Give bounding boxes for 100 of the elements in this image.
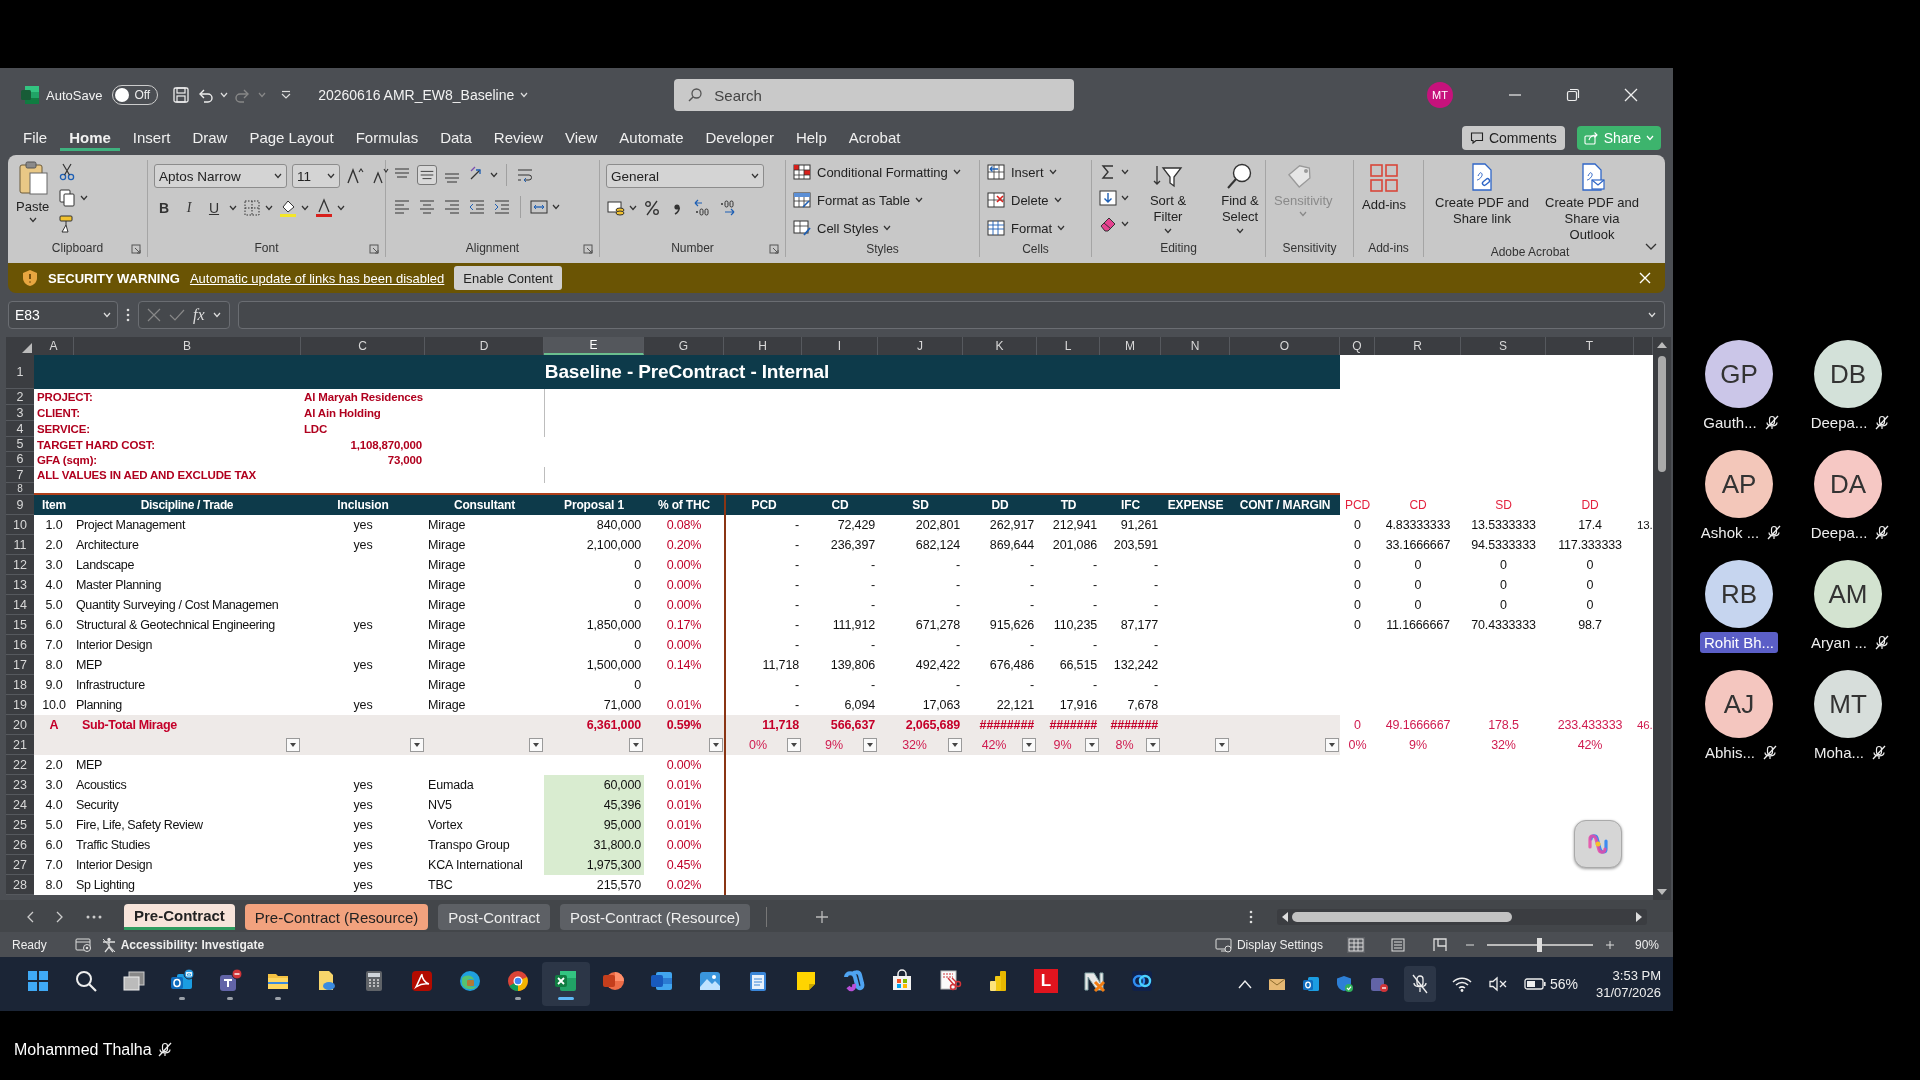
filter-button[interactable] bbox=[529, 738, 543, 752]
caret-icon[interactable] bbox=[952, 169, 961, 175]
row-header[interactable]: 24 bbox=[6, 795, 34, 815]
collapse-ribbon-icon[interactable] bbox=[1645, 243, 1657, 251]
menu-tab[interactable]: Formulas bbox=[346, 124, 428, 151]
normal-view-icon[interactable] bbox=[1346, 936, 1365, 953]
caret-icon[interactable] bbox=[914, 197, 923, 203]
number-format-field[interactable]: General bbox=[606, 164, 764, 188]
file-name[interactable]: 20260616 AMR_EW8_Baseline bbox=[318, 87, 515, 103]
row-header[interactable]: 20 bbox=[6, 715, 34, 735]
wifi-icon[interactable] bbox=[1451, 976, 1472, 992]
menu-tab[interactable]: Insert bbox=[123, 124, 180, 151]
horizontal-scrollbar[interactable] bbox=[1277, 909, 1647, 925]
user-avatar[interactable]: MT bbox=[1427, 82, 1453, 108]
sheet-tab[interactable]: Post-Contract (Resource) bbox=[559, 904, 750, 930]
caret-icon[interactable] bbox=[751, 173, 759, 179]
bold-button[interactable]: B bbox=[154, 198, 174, 218]
row-header[interactable]: 22 bbox=[6, 755, 34, 775]
increase-font-size-icon[interactable] bbox=[345, 166, 365, 186]
italic-button[interactable]: I bbox=[179, 198, 199, 218]
caret-icon[interactable] bbox=[274, 173, 282, 179]
caret-icon[interactable] bbox=[1164, 228, 1172, 234]
underline-button[interactable]: U bbox=[204, 198, 224, 218]
previous-sheet-icon[interactable] bbox=[26, 911, 34, 923]
row-header[interactable]: 12 bbox=[6, 555, 34, 575]
more-options-icon[interactable] bbox=[1249, 910, 1253, 924]
caret-icon[interactable] bbox=[1048, 169, 1057, 175]
menu-tab[interactable]: Developer bbox=[696, 124, 783, 151]
filter-button[interactable] bbox=[629, 738, 643, 752]
search-field[interactable]: Search bbox=[674, 79, 1075, 111]
filter-button[interactable] bbox=[286, 738, 300, 752]
row-header[interactable]: 8 bbox=[6, 483, 34, 495]
row-header[interactable]: 21 bbox=[6, 735, 34, 755]
row-header[interactable]: 3 bbox=[6, 405, 34, 421]
menu-tab[interactable]: Acrobat bbox=[839, 124, 910, 151]
font-size-field[interactable]: 11 bbox=[292, 164, 340, 188]
filter-button[interactable] bbox=[1085, 738, 1099, 752]
row-header[interactable]: 27 bbox=[6, 855, 34, 875]
clock-date[interactable]: 31/07/2026 bbox=[1595, 985, 1661, 1000]
percent-icon[interactable] bbox=[642, 198, 662, 218]
enable-content-button[interactable]: Enable Content bbox=[454, 266, 562, 290]
ribbon-button[interactable]: Format as Table bbox=[792, 188, 961, 212]
caret-icon[interactable] bbox=[1121, 221, 1129, 227]
taskbar-button[interactable]: L bbox=[1022, 962, 1070, 1006]
row-header[interactable]: 23 bbox=[6, 775, 34, 795]
menu-tab[interactable]: Data bbox=[431, 124, 481, 151]
row-header[interactable]: 13 bbox=[6, 575, 34, 595]
merge-icon[interactable] bbox=[529, 197, 549, 217]
caret-icon[interactable] bbox=[1057, 225, 1066, 231]
create-pdf-button[interactable]: Create PDF and Share link bbox=[1430, 160, 1534, 229]
row-header[interactable]: 9 bbox=[6, 495, 34, 515]
caret-icon[interactable] bbox=[1121, 195, 1129, 201]
accounting-format-icon[interactable] bbox=[606, 198, 626, 218]
caret-icon[interactable] bbox=[1236, 228, 1244, 234]
scrollbar-thumb[interactable] bbox=[1658, 356, 1666, 472]
menu-tab[interactable]: Help bbox=[786, 124, 836, 151]
copy-icon[interactable] bbox=[57, 188, 78, 208]
font-color-icon[interactable] bbox=[314, 198, 334, 218]
save-icon[interactable] bbox=[172, 86, 191, 104]
filter-button[interactable] bbox=[709, 738, 723, 752]
zoom-in-icon[interactable] bbox=[1604, 939, 1615, 950]
sheet-tab[interactable]: Pre-Contract bbox=[124, 904, 235, 930]
assistant-button[interactable] bbox=[1574, 820, 1622, 868]
filter-button[interactable] bbox=[1146, 738, 1160, 752]
fill-color-icon[interactable] bbox=[278, 198, 298, 218]
find-select-button[interactable]: Find & Select bbox=[1207, 160, 1273, 236]
zoom-level[interactable]: 90% bbox=[1634, 937, 1659, 952]
dialog-launcher-icon[interactable] bbox=[369, 244, 379, 254]
fill-down-icon[interactable] bbox=[1098, 188, 1118, 208]
caret-icon[interactable] bbox=[552, 204, 560, 210]
row-header[interactable]: 4 bbox=[6, 421, 34, 437]
filter-button[interactable] bbox=[1325, 738, 1339, 752]
chat-app-icon[interactable] bbox=[1369, 975, 1388, 993]
scroll-up-icon[interactable] bbox=[1657, 341, 1667, 348]
filter-button[interactable] bbox=[948, 738, 962, 752]
create-pdf-button[interactable]: Create PDF and Share via Outlook bbox=[1540, 160, 1644, 245]
row-header[interactable]: 16 bbox=[6, 635, 34, 655]
clock-time[interactable]: 3:53 PM bbox=[1612, 968, 1661, 983]
show-hidden-icons-icon[interactable] bbox=[1237, 979, 1252, 989]
caret-icon[interactable] bbox=[490, 172, 498, 178]
customize-caret-icon[interactable] bbox=[280, 90, 293, 100]
sort-filter-button[interactable]: Sort & Filter bbox=[1135, 160, 1201, 236]
add-ins-button[interactable]: Add-ins bbox=[1360, 160, 1409, 214]
row-header[interactable]: 26 bbox=[6, 835, 34, 855]
add-sheet-icon[interactable] bbox=[815, 910, 829, 924]
macro-record-icon[interactable] bbox=[74, 936, 93, 953]
dialog-launcher-icon[interactable] bbox=[769, 244, 779, 254]
row-header[interactable]: 17 bbox=[6, 655, 34, 675]
ribbon-button[interactable]: Insert bbox=[986, 160, 1066, 184]
name-box[interactable]: E83 bbox=[8, 301, 118, 329]
caret-icon[interactable] bbox=[629, 205, 637, 211]
row-header[interactable]: 5 bbox=[6, 437, 34, 452]
row-header[interactable]: 25 bbox=[6, 815, 34, 835]
row-header[interactable]: 7 bbox=[6, 467, 34, 483]
caret-icon[interactable] bbox=[265, 205, 273, 211]
filter-button[interactable] bbox=[787, 738, 801, 752]
caret-icon[interactable] bbox=[28, 217, 37, 223]
caret-icon[interactable] bbox=[883, 225, 892, 231]
row-header[interactable]: 19 bbox=[6, 695, 34, 715]
restore-icon[interactable] bbox=[1566, 88, 1580, 102]
